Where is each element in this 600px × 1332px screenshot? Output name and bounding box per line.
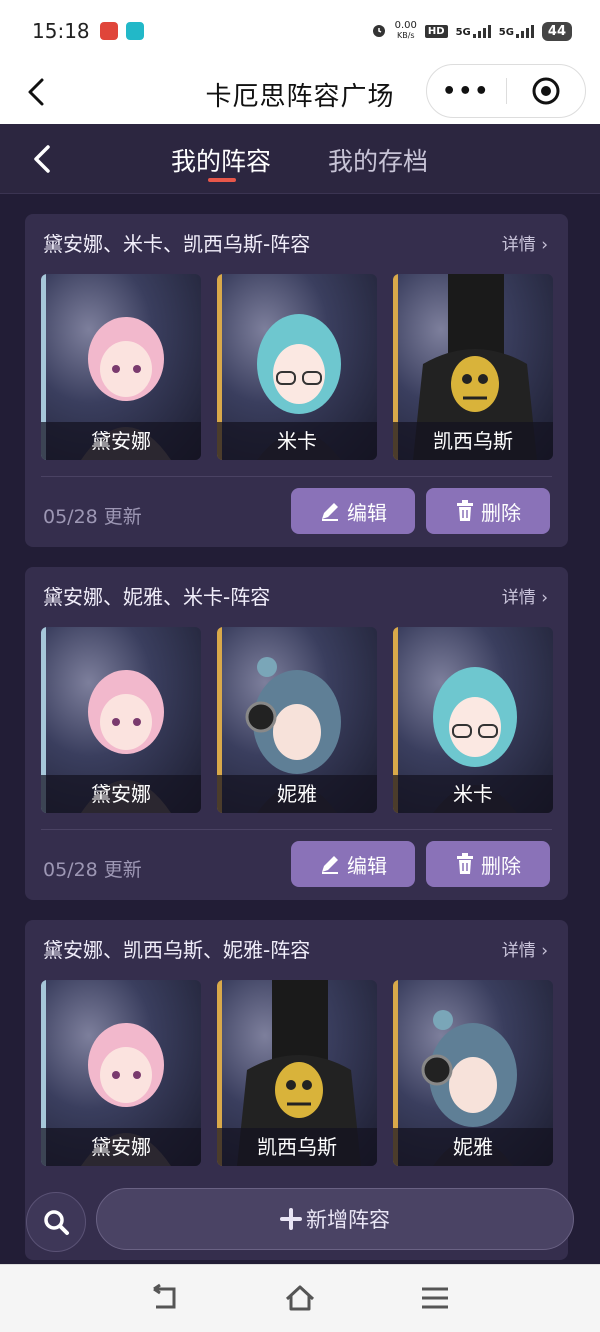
lineup-title: 黛安娜、妮雅、米卡-阵容 [43, 585, 271, 609]
character-portrait[interactable]: 妮雅 [393, 980, 553, 1166]
status-bar: 15:18 0.00 KB/s HD 5G 5G 44 [0, 0, 600, 62]
update-date: 05/28 更新 [43, 859, 142, 881]
search-icon [44, 1210, 69, 1235]
target-icon [532, 77, 560, 105]
close-miniprogram-button[interactable] [507, 75, 586, 107]
status-indicators: 0.00 KB/s HD 5G 5G 44 [371, 21, 572, 41]
character-portrait[interactable]: 凯西乌斯 [217, 980, 377, 1166]
edit-label: 编辑 [347, 500, 387, 525]
edit-button[interactable]: 编辑 [291, 488, 415, 534]
update-date: 05/28 更新 [43, 506, 142, 528]
character-name: 黛安娜 [41, 422, 201, 460]
miniprogram-nav: 卡厄思阵容广场 ••• [0, 62, 600, 124]
character-portrait[interactable]: 黛安娜 [41, 980, 201, 1166]
character-portrait[interactable]: 黛安娜 [41, 274, 201, 460]
character-name: 妮雅 [393, 1128, 553, 1166]
edit-label: 编辑 [347, 853, 387, 878]
character-name: 妮雅 [217, 775, 377, 813]
card-divider [41, 829, 552, 830]
system-navigation-bar [0, 1264, 600, 1332]
trash-icon [457, 853, 473, 874]
menu-nav-icon[interactable] [418, 1283, 452, 1313]
pencil-icon [322, 503, 338, 521]
character-portrait[interactable]: 黛安娜 [41, 627, 201, 813]
app-container: 我的阵容 我的存档 黛安娜、米卡、凯西乌斯-阵容 详情 › 黛安娜 米卡 凯西乌… [0, 124, 600, 1264]
trash-icon [457, 500, 473, 521]
net-unit: KB/s [396, 31, 415, 40]
character-name: 米卡 [217, 422, 377, 460]
more-menu-button[interactable]: ••• [427, 79, 506, 104]
delete-button[interactable]: 删除 [426, 488, 550, 534]
notification-app-icon [99, 22, 118, 40]
lineup-title: 黛安娜、凯西乌斯、妮雅-阵容 [43, 938, 311, 962]
notification-app-icon [125, 22, 144, 40]
add-lineup-label: 新增阵容 [306, 1208, 390, 1232]
search-button[interactable] [26, 1192, 86, 1252]
status-time: 15:18 [32, 19, 90, 43]
delete-label: 删除 [481, 853, 521, 878]
pencil-icon [322, 856, 338, 874]
sim1-label: 5G [455, 27, 471, 38]
hd-badge: HD [424, 24, 448, 38]
character-name: 米卡 [393, 775, 553, 813]
tab-my-saves[interactable]: 我的存档 [328, 142, 428, 178]
character-name: 黛安娜 [41, 1128, 201, 1166]
card-divider [41, 476, 552, 477]
add-lineup-button[interactable]: 新增阵容 [96, 1188, 574, 1250]
battery-indicator: 44 [541, 21, 572, 41]
miniprogram-capsule: ••• [426, 64, 586, 118]
active-tab-indicator [208, 178, 236, 182]
tab-my-lineups[interactable]: 我的阵容 [171, 142, 271, 178]
delete-button[interactable]: 删除 [426, 841, 550, 887]
net-speed: 0.00 [394, 20, 417, 31]
character-name: 凯西乌斯 [393, 422, 553, 460]
character-portrait[interactable]: 妮雅 [217, 627, 377, 813]
lineup-card: 黛安娜、米卡、凯西乌斯-阵容 详情 › 黛安娜 米卡 凯西乌斯 05/28 更新 [25, 214, 568, 547]
character-portrait[interactable]: 米卡 [217, 274, 377, 460]
plus-icon [280, 1208, 302, 1230]
lineup-card: 黛安娜、妮雅、米卡-阵容 详情 › 黛安娜 妮雅 米卡 05/28 更新 编辑 [25, 567, 568, 900]
details-link[interactable]: 详情 › [502, 583, 548, 608]
character-portrait[interactable]: 凯西乌斯 [393, 274, 553, 460]
character-portrait[interactable]: 米卡 [393, 627, 553, 813]
lineup-title: 黛安娜、米卡、凯西乌斯-阵容 [43, 232, 311, 256]
signal-icon [472, 24, 491, 38]
character-name: 凯西乌斯 [217, 1128, 377, 1166]
tabs-bar: 我的阵容 我的存档 [0, 124, 600, 194]
character-name: 黛安娜 [41, 775, 201, 813]
edit-button[interactable]: 编辑 [291, 841, 415, 887]
back-nav-icon[interactable] [148, 1283, 182, 1313]
sim2-label: 5G [498, 27, 514, 38]
floating-action-bar: 新增阵容 [0, 1184, 600, 1264]
home-nav-icon[interactable] [283, 1283, 317, 1313]
delete-label: 删除 [481, 500, 521, 525]
details-link[interactable]: 详情 › [502, 936, 548, 961]
details-link[interactable]: 详情 › [502, 230, 548, 255]
signal-icon [515, 24, 534, 38]
back-chevron-icon[interactable] [30, 142, 54, 176]
alarm-icon [371, 22, 387, 41]
